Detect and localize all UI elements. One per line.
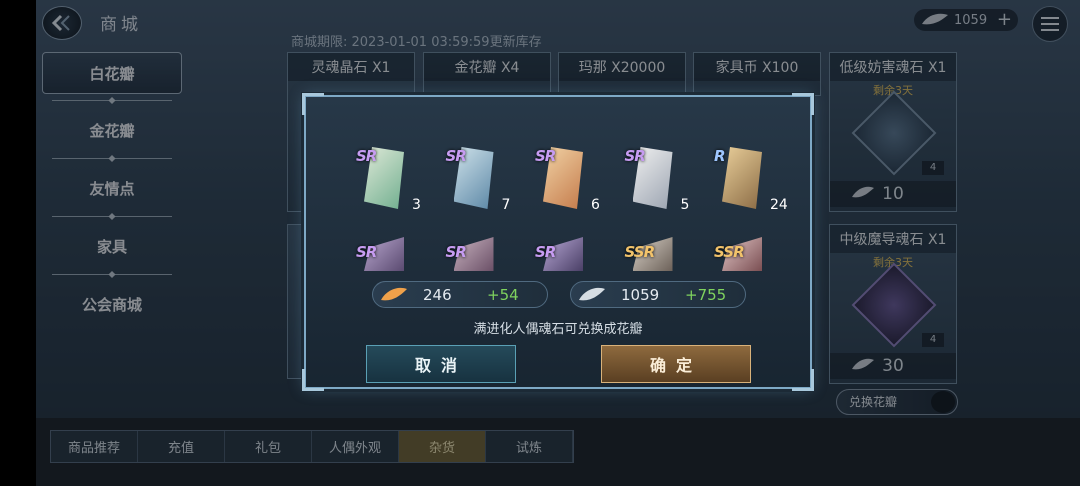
rarity-badge: SR xyxy=(624,147,646,165)
soul-stone-fragment: SR 7 xyxy=(445,143,511,221)
character-portrait xyxy=(722,147,762,209)
soul-stone-fragment: SSR xyxy=(625,237,687,271)
confirm-button[interactable]: 确定 xyxy=(601,345,751,383)
white-petal-increase: +755 xyxy=(685,285,727,304)
rarity-badge: SSR xyxy=(714,243,745,261)
white-petal-amount: 1059 xyxy=(621,285,660,304)
rarity-badge: SR xyxy=(535,147,556,165)
rarity-badge: SR xyxy=(356,243,377,261)
fragment-count: 3 xyxy=(412,197,421,213)
soul-stone-fragment: SSR xyxy=(714,237,776,271)
screen-bezel xyxy=(0,0,36,486)
soul-stone-row: SR 3 SR 7 SR 6 SR 5 R 24 xyxy=(356,143,788,221)
soul-stone-fragment: SR xyxy=(535,237,597,271)
rarity-badge: R xyxy=(714,147,726,165)
rarity-badge: SR xyxy=(535,243,556,261)
gold-petal-gain: 246 +54 xyxy=(372,281,548,308)
corner-ornament xyxy=(792,93,814,115)
soul-stone-fragment: SR 5 xyxy=(624,143,690,221)
rarity-badge: SSR xyxy=(624,243,656,261)
fragment-count: 6 xyxy=(591,197,600,213)
fragment-count: 7 xyxy=(501,197,511,213)
white-petal-gain: 1059 +755 xyxy=(570,281,746,308)
corner-ornament xyxy=(792,369,814,391)
soul-stone-fragment: R 24 xyxy=(714,143,788,221)
corner-ornament xyxy=(302,369,324,391)
exchange-note: 满进化人偶魂石可兑换成花瓣 xyxy=(473,322,643,337)
gold-petal-increase: +54 xyxy=(487,285,519,304)
soul-stone-fragment: SR 3 xyxy=(356,143,421,221)
soul-stone-fragment: SR xyxy=(446,237,508,271)
rarity-badge: SR xyxy=(445,147,467,165)
soul-stone-fragment: SR 6 xyxy=(535,143,600,221)
rarity-badge: SR xyxy=(356,147,377,165)
fragment-count: 5 xyxy=(680,197,690,213)
rarity-badge: SR xyxy=(445,243,467,261)
soul-stone-fragment: SR xyxy=(356,237,418,271)
fragment-count: 24 xyxy=(770,197,788,213)
corner-ornament xyxy=(302,93,324,115)
soul-stone-row: SR SR SR SSR SSR xyxy=(356,237,776,271)
gold-petal-icon xyxy=(381,287,407,301)
screen: 商城 商城期限: 2023-01-01 03:59:59更新库存 1059 + … xyxy=(0,0,1080,486)
gold-petal-amount: 246 xyxy=(423,285,452,304)
exchange-dialog: SR 3 SR 7 SR 6 SR 5 R 24 SR SR SR SSR SS… xyxy=(302,93,814,391)
white-petal-icon xyxy=(579,287,605,301)
cancel-button[interactable]: 取消 xyxy=(366,345,516,383)
